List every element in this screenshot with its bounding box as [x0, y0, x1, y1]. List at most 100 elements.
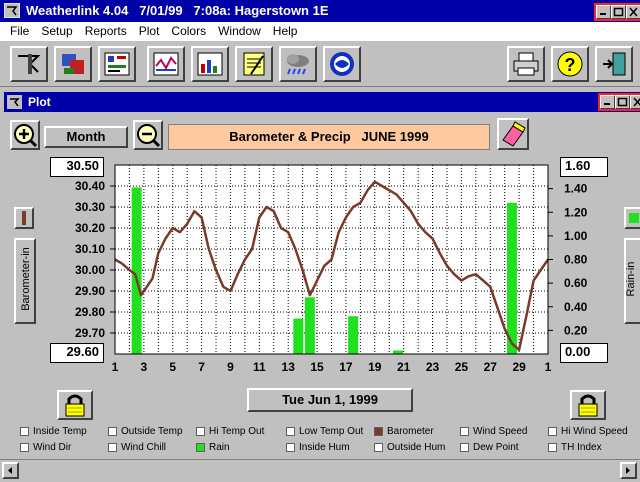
- zoom-in-icon: [14, 124, 38, 148]
- legend-label: Inside Temp: [33, 426, 87, 437]
- left-axis-tick-label: 30.00: [75, 263, 105, 277]
- toolbar-noaa-button[interactable]: [323, 46, 361, 82]
- legend-item[interactable]: Hi Wind Speed: [548, 426, 628, 437]
- legend-label: Inside Hum: [299, 442, 350, 453]
- x-axis-tick-label: 23: [426, 360, 440, 374]
- x-axis-tick-label: 9: [227, 360, 234, 374]
- legend-item[interactable]: Outside Hum: [374, 442, 445, 453]
- plot-window-controls: [598, 93, 640, 111]
- x-axis-tick-label: 3: [141, 360, 148, 374]
- legend-checkbox[interactable]: [20, 443, 29, 452]
- legend-checkbox[interactable]: [108, 443, 117, 452]
- app-title: Weatherlink 4.04 7/01/99 7:08a: Hagersto…: [26, 3, 329, 18]
- legend-item[interactable]: Wind Speed: [460, 426, 527, 437]
- legend-item[interactable]: Wind Chill: [108, 442, 166, 453]
- plot-window-title-bar: Plot: [4, 92, 640, 112]
- toolbar-bulletin-button[interactable]: [10, 46, 48, 82]
- maximize-button[interactable]: [611, 5, 626, 19]
- zoom-in-button[interactable]: [10, 120, 40, 150]
- left-axis-tick-label: 30.20: [75, 221, 105, 235]
- legend-checkbox[interactable]: [460, 427, 469, 436]
- minimize-button[interactable]: [596, 5, 611, 19]
- legend-item[interactable]: Barometer: [374, 426, 434, 437]
- menu-reports[interactable]: Reports: [85, 24, 127, 41]
- toolbar-graph-button[interactable]: [191, 46, 229, 82]
- legend-item[interactable]: Dew Point: [460, 442, 519, 453]
- toolbar-help-button[interactable]: ?: [551, 46, 589, 82]
- rain-bar: [304, 297, 315, 354]
- plot-close-button[interactable]: [630, 95, 640, 109]
- app-icon[interactable]: [4, 3, 20, 18]
- legend-label: Wind Speed: [473, 426, 528, 437]
- right-axis-tick-label: 0.80: [564, 253, 588, 267]
- plot-window-icon[interactable]: [7, 95, 22, 109]
- toolbar-notes-button[interactable]: [235, 46, 273, 82]
- summary-icon: [104, 52, 130, 76]
- scroll-left-button[interactable]: [2, 462, 19, 479]
- right-axis-tick-label: 1.00: [564, 229, 588, 243]
- legend-item[interactable]: Hi Temp Out: [196, 426, 264, 437]
- x-axis-tick-label: 1: [112, 360, 119, 374]
- rain-bar: [506, 202, 517, 354]
- right-lock-button[interactable]: [570, 390, 606, 420]
- legend-checkbox[interactable]: [20, 427, 29, 436]
- left-axis-tick-label: 29.70: [75, 326, 105, 340]
- legend-label: Outside Hum: [387, 442, 446, 453]
- date-button[interactable]: Tue Jun 1, 1999: [247, 388, 413, 412]
- legend-label: Hi Wind Speed: [561, 426, 628, 437]
- legend-checkbox[interactable]: [548, 427, 557, 436]
- left-axis-tick-label: 29.90: [75, 284, 105, 298]
- toolbar-download-button[interactable]: [54, 46, 92, 82]
- plot-icon: [153, 52, 179, 76]
- legend-item[interactable]: Low Temp Out: [286, 426, 363, 437]
- horizontal-scrollbar[interactable]: [0, 459, 640, 480]
- toolbar-plot-button[interactable]: [147, 46, 185, 82]
- menu-colors[interactable]: Colors: [171, 24, 206, 41]
- legend-checkbox[interactable]: [286, 443, 295, 452]
- legend-item[interactable]: TH Index: [548, 442, 602, 453]
- legend-item[interactable]: Wind Dir: [20, 442, 71, 453]
- left-lock-button[interactable]: [57, 390, 93, 420]
- toolbar: ?: [0, 41, 640, 87]
- legend-checkbox[interactable]: [460, 443, 469, 452]
- toolbar-exit-button[interactable]: [595, 46, 633, 82]
- legend-checkbox[interactable]: [286, 427, 295, 436]
- right-axis-tick-label: 0.20: [564, 323, 588, 337]
- x-axis-tick-label: 17: [339, 360, 353, 374]
- toolbar-forecast-button[interactable]: [279, 46, 317, 82]
- toolbar-print-button[interactable]: [507, 46, 545, 82]
- period-button[interactable]: Month: [44, 126, 128, 148]
- plot-maximize-button[interactable]: [615, 95, 630, 109]
- toolbar-summary-button[interactable]: [98, 46, 136, 82]
- legend-label: TH Index: [561, 442, 602, 453]
- legend-checkbox[interactable]: [548, 443, 557, 452]
- x-axis-tick-label: 5: [169, 360, 176, 374]
- eraser-button[interactable]: [497, 118, 529, 150]
- legend-checkbox[interactable]: [374, 443, 383, 452]
- menu-window[interactable]: Window: [218, 24, 261, 41]
- close-button[interactable]: [626, 5, 640, 19]
- menu-setup[interactable]: Setup: [41, 24, 72, 41]
- rain-bar: [131, 187, 142, 354]
- left-axis-ticks: 30.40 30.30 30.20 30.10 30.00 29.90 29.80 29.70: [75, 179, 115, 340]
- scroll-right-button[interactable]: [620, 462, 637, 479]
- x-axis-tick-label: 25: [455, 360, 469, 374]
- menu-help[interactable]: Help: [273, 24, 298, 41]
- legend-checkbox[interactable]: [196, 427, 205, 436]
- arrow-left-icon: [8, 467, 12, 474]
- menu-plot[interactable]: Plot: [139, 24, 160, 41]
- zoom-out-icon: [137, 124, 161, 148]
- chart-title: Barometer & Precip JUNE 1999: [168, 124, 490, 150]
- plot-minimize-button[interactable]: [600, 95, 615, 109]
- legend-item[interactable]: Outside Temp: [108, 426, 183, 437]
- legend-item[interactable]: Rain: [196, 442, 230, 453]
- legend-item[interactable]: Inside Hum: [286, 442, 350, 453]
- legend-item[interactable]: Inside Temp: [20, 426, 87, 437]
- menu-file[interactable]: File: [10, 24, 29, 41]
- zoom-out-button[interactable]: [133, 120, 163, 150]
- x-axis-tick-label: 1: [545, 360, 552, 374]
- legend-checkbox[interactable]: [108, 427, 117, 436]
- legend-checkbox[interactable]: [374, 427, 383, 436]
- legend-checkbox[interactable]: [196, 443, 205, 452]
- x-axis-tick-label: 7: [198, 360, 205, 374]
